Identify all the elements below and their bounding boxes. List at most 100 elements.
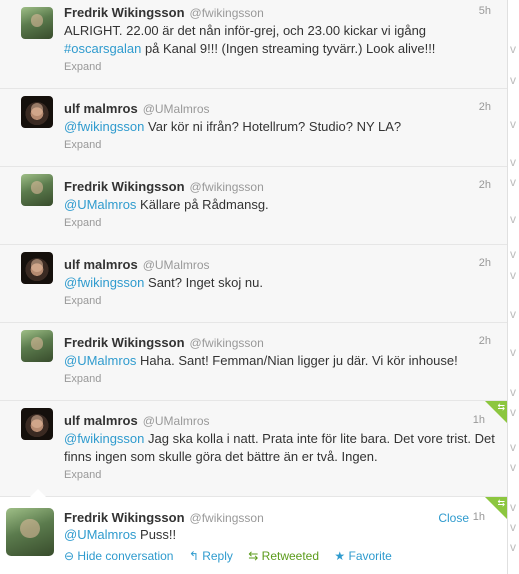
- right-column-glyph: v: [510, 268, 516, 282]
- mention-link[interactable]: @UMalmros: [64, 527, 136, 542]
- right-column-glyph: v: [510, 73, 516, 87]
- author-handle[interactable]: @UMalmros: [143, 258, 210, 272]
- retweeted-button[interactable]: ⇆ Retweeted: [248, 549, 319, 563]
- tweet-time[interactable]: 2h: [479, 335, 491, 347]
- tweet[interactable]: ulf malmros @UMalmros 2h @fwikingsson San…: [0, 245, 507, 323]
- avatar[interactable]: [21, 330, 53, 362]
- author-handle[interactable]: @UMalmros: [143, 414, 210, 428]
- author-handle[interactable]: @fwikingsson: [190, 6, 264, 20]
- avatar[interactable]: [21, 96, 53, 128]
- tweet-time[interactable]: 2h: [479, 179, 491, 191]
- mention-link[interactable]: @fwikingsson: [64, 275, 144, 290]
- star-icon: ★: [334, 549, 346, 563]
- right-column-glyph: v: [510, 520, 516, 534]
- tweet[interactable]: ulf malmros @UMalmros 2h @fwikingsson Var…: [0, 89, 507, 167]
- tweet-text: @fwikingsson Sant? Inget skoj nu.: [64, 274, 499, 292]
- right-column-glyph: v: [510, 405, 516, 419]
- author-name[interactable]: Fredrik Wikingsson: [64, 5, 185, 20]
- expand-link[interactable]: Expand: [64, 139, 101, 151]
- minus-circle-icon: ⊖: [64, 549, 75, 563]
- avatar[interactable]: [21, 174, 53, 206]
- right-column-glyph: v: [510, 307, 516, 321]
- tweet-time[interactable]: 1h: [473, 511, 485, 523]
- tweet-text-part: Haha. Sant! Femman/Nian ligger ju där. V…: [136, 353, 458, 368]
- tweet-header: Fredrik Wikingsson @fwikingsson 2h: [64, 334, 497, 352]
- tweet-header: ulf malmros @UMalmros 2h: [64, 100, 497, 118]
- tweet-time[interactable]: 1h: [473, 414, 485, 426]
- expand-link[interactable]: Expand: [64, 469, 101, 481]
- tweet-header: ulf malmros @UMalmros 2h: [64, 256, 497, 274]
- close-button[interactable]: Close: [438, 511, 469, 525]
- tweet-actions: ⊖ Hide conversation ↰ Reply ⇆ Retweeted …: [64, 549, 404, 563]
- retweet-corner-icon: ⇆: [497, 498, 505, 508]
- avatar[interactable]: [21, 7, 53, 39]
- author-name[interactable]: Fredrik Wikingsson: [64, 179, 185, 194]
- right-column-edge: vvvvvvvvvvvvvvvvv: [507, 0, 519, 574]
- right-column-glyph: v: [510, 440, 516, 454]
- author-name[interactable]: ulf malmros: [64, 413, 138, 428]
- expand-link[interactable]: Expand: [64, 61, 101, 73]
- tweet[interactable]: Fredrik Wikingsson @fwikingsson 2h @UMalm…: [0, 167, 507, 245]
- right-column-glyph: v: [510, 500, 516, 514]
- conversation-caret: [30, 489, 46, 497]
- mention-link[interactable]: @fwikingsson: [64, 119, 144, 134]
- right-column-glyph: v: [510, 385, 516, 399]
- expand-link[interactable]: Expand: [64, 295, 101, 307]
- hide-conversation-label: Hide conversation: [77, 549, 174, 563]
- tweet-text: @fwikingsson Var kör ni ifrån? Hotellrum…: [64, 118, 499, 136]
- tweet[interactable]: ulf malmros @UMalmros 1h ⇆ @fwikingsson J…: [0, 401, 507, 497]
- reply-button[interactable]: ↰ Reply: [189, 549, 233, 563]
- retweet-corner-icon: ⇆: [497, 402, 505, 412]
- tweet[interactable]: Fredrik Wikingsson @fwikingsson 2h @UMalm…: [0, 323, 507, 401]
- avatar[interactable]: [21, 252, 53, 284]
- avatar[interactable]: [6, 508, 54, 556]
- tweet-text: @fwikingsson Jag ska kolla i natt. Prata…: [64, 430, 499, 466]
- tweet-text-part: ALRIGHT. 22.00 är det nån inför-grej, oc…: [64, 23, 427, 38]
- expand-link[interactable]: Expand: [64, 217, 101, 229]
- reply-arrow-icon: ↰: [188, 549, 199, 563]
- hide-conversation-button[interactable]: ⊖ Hide conversation: [64, 549, 173, 563]
- right-column-glyph: v: [510, 155, 516, 169]
- timeline: Fredrik Wikingsson @fwikingsson 5h ALRIGH…: [0, 0, 507, 574]
- tweet[interactable]: Fredrik Wikingsson @fwikingsson 5h ALRIGH…: [0, 0, 507, 89]
- tweet-time[interactable]: 2h: [479, 257, 491, 269]
- favorite-label: Favorite: [348, 549, 392, 563]
- tweet-header: ulf malmros @UMalmros 1h: [64, 412, 497, 430]
- right-column-glyph: v: [510, 345, 516, 359]
- tweet-text: @UMalmros Puss!!: [64, 526, 499, 544]
- hashtag-link[interactable]: #oscarsgalan: [64, 41, 141, 56]
- right-column-glyph: v: [510, 212, 516, 226]
- favorite-button[interactable]: ★ Favorite: [334, 549, 391, 563]
- tweet-text-part: Källare på Rådmansg.: [136, 197, 269, 212]
- retweeted-label: Retweeted: [261, 549, 320, 563]
- mention-link[interactable]: @UMalmros: [64, 197, 136, 212]
- tweet-time[interactable]: 5h: [479, 5, 491, 17]
- right-column-glyph: v: [510, 247, 516, 261]
- author-handle[interactable]: @fwikingsson: [190, 511, 264, 525]
- expand-link[interactable]: Expand: [64, 373, 101, 385]
- tweet-text: @UMalmros Källare på Rådmansg.: [64, 196, 499, 214]
- tweet-header: Fredrik Wikingsson @fwikingsson 1h: [64, 509, 497, 527]
- expanded-tweet[interactable]: Fredrik Wikingsson @fwikingsson 1h Close …: [0, 489, 507, 574]
- tweet-time[interactable]: 2h: [479, 101, 491, 113]
- author-name[interactable]: ulf malmros: [64, 101, 138, 116]
- tweet-header: Fredrik Wikingsson @fwikingsson 2h: [64, 178, 497, 196]
- author-handle[interactable]: @UMalmros: [143, 102, 210, 116]
- reply-label: Reply: [202, 549, 233, 563]
- tweet-text: ALRIGHT. 22.00 är det nån inför-grej, oc…: [64, 22, 499, 58]
- author-name[interactable]: ulf malmros: [64, 257, 138, 272]
- avatar[interactable]: [21, 408, 53, 440]
- tweet-text-part: Sant? Inget skoj nu.: [144, 275, 263, 290]
- right-column-glyph: v: [510, 117, 516, 131]
- mention-link[interactable]: @fwikingsson: [64, 431, 144, 446]
- tweet-text-part: Puss!!: [136, 527, 177, 542]
- author-handle[interactable]: @fwikingsson: [190, 336, 264, 350]
- author-handle[interactable]: @fwikingsson: [190, 180, 264, 194]
- author-name[interactable]: Fredrik Wikingsson: [64, 335, 185, 350]
- tweet-text-part: på Kanal 9!!! (Ingen streaming tyvärr.) …: [141, 41, 436, 56]
- tweet-header: Fredrik Wikingsson @fwikingsson 5h: [64, 4, 497, 22]
- author-name[interactable]: Fredrik Wikingsson: [64, 510, 185, 525]
- right-column-glyph: v: [510, 540, 516, 554]
- mention-link[interactable]: @UMalmros: [64, 353, 136, 368]
- retweet-icon: ⇆: [248, 549, 259, 563]
